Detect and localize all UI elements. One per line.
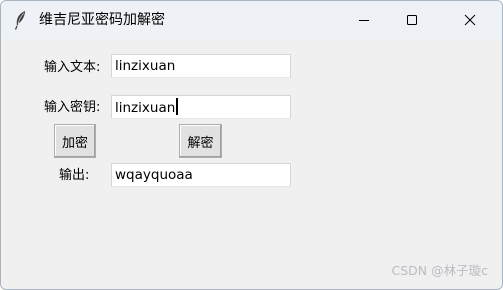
minimize-button[interactable] xyxy=(341,1,387,39)
watermark: CSDN @林子璇c xyxy=(391,263,489,278)
key-value: linzixuan xyxy=(115,100,176,116)
title-bar[interactable]: 维吉尼亚密码加解密 xyxy=(1,1,502,39)
output-value: wqayquoaa xyxy=(115,167,193,183)
window-title: 维吉尼亚密码加解密 xyxy=(39,12,165,28)
minimize-icon xyxy=(358,11,370,30)
output-field[interactable]: wqayquoaa xyxy=(111,163,291,187)
feather-icon xyxy=(13,10,29,30)
close-button[interactable] xyxy=(447,1,493,39)
plaintext-input[interactable]: linzixuan xyxy=(111,54,291,78)
maximize-icon xyxy=(406,11,418,30)
decrypt-button[interactable]: 解密 xyxy=(179,124,222,158)
app-window: 维吉尼亚密码加解密 输入文本: linzixuan 输入密钥: linzixua… xyxy=(0,0,503,290)
output-label: 输出: xyxy=(59,168,90,183)
encrypt-button[interactable]: 加密 xyxy=(54,124,96,158)
plaintext-label: 输入文本: xyxy=(44,60,101,75)
text-caret xyxy=(176,98,179,115)
key-label: 输入密钥: xyxy=(44,100,101,115)
close-icon xyxy=(464,11,476,30)
key-input[interactable]: linzixuan xyxy=(111,95,291,119)
plaintext-value: linzixuan xyxy=(115,58,176,74)
maximize-button[interactable] xyxy=(389,1,435,39)
